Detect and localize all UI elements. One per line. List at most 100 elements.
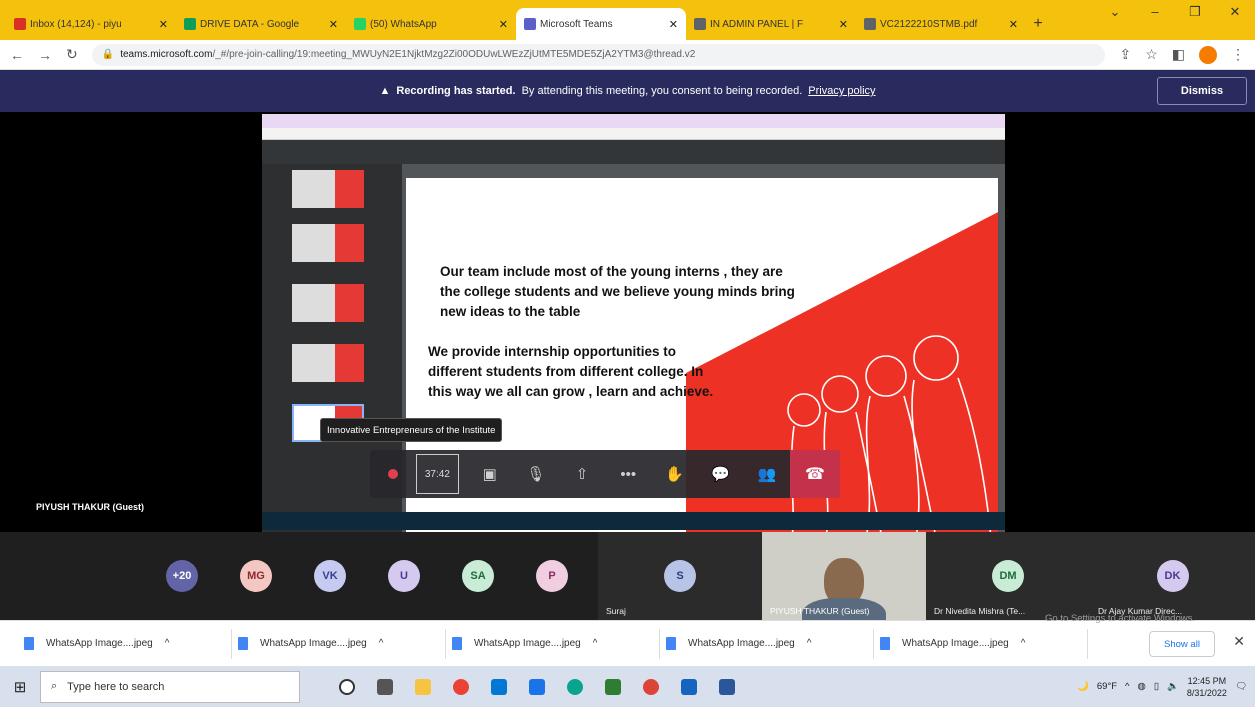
more-participants-badge: +20 bbox=[166, 560, 198, 592]
meeting-timer: 37:42 bbox=[416, 454, 459, 494]
dismiss-button[interactable]: Dismiss bbox=[1157, 77, 1247, 105]
show-all-button[interactable]: Show all bbox=[1149, 631, 1215, 657]
windows-start-icon[interactable]: ⊞ bbox=[0, 678, 40, 696]
edge-icon[interactable] bbox=[558, 670, 592, 704]
tab-label: Inbox (14,124) - piyu bbox=[30, 18, 122, 30]
pdf-toolbar bbox=[262, 140, 1005, 164]
url-field[interactable]: 🔒 teams.microsoft.com/_#/pre-join-callin… bbox=[91, 43, 1106, 66]
download-item[interactable]: WhatsApp Image....jpeg ^ bbox=[232, 628, 446, 659]
thumbnail-tooltip: Innovative Entrepreneurs of the Institut… bbox=[320, 418, 503, 442]
banner-text: By attending this meeting, you consent t… bbox=[521, 85, 803, 97]
tray-chevron-icon[interactable]: ^ bbox=[1125, 681, 1129, 692]
maximize-button[interactable]: ❐ bbox=[1175, 4, 1215, 20]
close-downloads-icon[interactable]: ✕ bbox=[1233, 633, 1245, 650]
chrome-icon[interactable] bbox=[444, 670, 478, 704]
tab-label: VC2122210STMB.pdf bbox=[880, 18, 978, 30]
raise-hand-icon[interactable]: ✋ bbox=[651, 450, 697, 498]
menu-kebab-icon[interactable]: ⋮ bbox=[1231, 46, 1245, 63]
recording-banner: ▲ Recording has started. By attending th… bbox=[0, 70, 1255, 112]
download-options-icon[interactable]: ^ bbox=[1021, 638, 1026, 649]
more-actions-icon[interactable]: ••• bbox=[605, 450, 651, 498]
mail-icon[interactable] bbox=[520, 670, 554, 704]
word-icon[interactable] bbox=[710, 670, 744, 704]
tab-close-icon[interactable]: ✕ bbox=[329, 18, 338, 31]
participants-icon[interactable]: 👥 bbox=[744, 450, 790, 498]
file-explorer-icon[interactable] bbox=[406, 670, 440, 704]
tab-search-icon[interactable]: ⌄ bbox=[1095, 4, 1135, 20]
participant-tile[interactable]: SA bbox=[448, 532, 508, 620]
tab-close-icon[interactable]: ✕ bbox=[1009, 18, 1018, 31]
participant-tile[interactable]: U bbox=[374, 532, 434, 620]
browser-tab[interactable]: DRIVE DATA - Google ✕ bbox=[176, 8, 346, 40]
system-tray: 🌙 69°F ^ ◍ ▯ 🔈 12:45 PM 8/31/2022 🗨 bbox=[1077, 666, 1247, 707]
browser-tab[interactable]: (50) WhatsApp ✕ bbox=[346, 8, 516, 40]
browser-tab[interactable]: VC2122210STMB.pdf ✕ bbox=[856, 8, 1026, 40]
window-toggle-icon[interactable]: ◧ bbox=[1172, 46, 1185, 63]
back-icon[interactable]: ← bbox=[10, 47, 24, 63]
battery-icon[interactable]: ▯ bbox=[1154, 681, 1159, 692]
tab-close-icon[interactable]: ✕ bbox=[839, 18, 848, 31]
volume-icon[interactable]: 🔈 bbox=[1167, 681, 1179, 692]
browser-tab[interactable]: Microsoft Teams ✕ bbox=[516, 8, 686, 40]
pdf-thumbnail bbox=[292, 344, 364, 382]
participant-avatar: P bbox=[536, 560, 568, 592]
profile-avatar[interactable] bbox=[1199, 45, 1217, 64]
browser-tab-strip: Inbox (14,124) - piyu ✕ DRIVE DATA - Googl… bbox=[0, 0, 1255, 40]
participant-tile[interactable]: VK bbox=[300, 532, 360, 620]
participant-tile-s[interactable]: S Suraj bbox=[598, 532, 762, 620]
share-screen-icon[interactable]: ⇧ bbox=[559, 450, 605, 498]
tab-favicon-icon bbox=[694, 18, 706, 30]
download-options-icon[interactable]: ^ bbox=[593, 638, 598, 649]
notification-icon[interactable]: 🗨 bbox=[1235, 681, 1247, 692]
hang-up-button[interactable]: ☎ bbox=[789, 450, 840, 498]
tab-close-icon[interactable]: ✕ bbox=[669, 18, 678, 31]
reload-icon[interactable]: ↻ bbox=[66, 46, 78, 63]
microphone-icon[interactable]: 🎙 bbox=[513, 450, 559, 498]
image-file-icon bbox=[452, 637, 462, 650]
photos-icon[interactable] bbox=[596, 670, 630, 704]
lock-icon: 🔒 bbox=[101, 49, 115, 60]
forward-icon[interactable]: → bbox=[38, 47, 52, 63]
download-item[interactable]: WhatsApp Image....jpeg ^ bbox=[874, 628, 1088, 659]
browser-tab[interactable]: IN ADMIN PANEL | F ✕ bbox=[686, 8, 856, 40]
participant-tile[interactable]: +20 bbox=[152, 532, 212, 620]
store-icon[interactable] bbox=[482, 670, 516, 704]
browser-tab[interactable]: Inbox (14,124) - piyu ✕ bbox=[6, 8, 176, 40]
taskbar-search-box[interactable]: ⌕ Type here to search bbox=[40, 670, 300, 703]
download-options-icon[interactable]: ^ bbox=[807, 638, 812, 649]
photos-alt-icon[interactable] bbox=[672, 670, 706, 704]
download-item[interactable]: WhatsApp Image....jpeg ^ bbox=[446, 628, 660, 659]
participant-avatar: VK bbox=[314, 560, 346, 592]
participant-tile[interactable]: P bbox=[522, 532, 582, 620]
minimize-button[interactable]: – bbox=[1135, 4, 1175, 20]
shared-address-bar bbox=[262, 128, 1005, 140]
network-icon[interactable]: ◍ bbox=[1138, 681, 1146, 692]
banner-bold: Recording has started. bbox=[396, 85, 516, 97]
bookmark-star-icon[interactable]: ☆ bbox=[1145, 46, 1158, 63]
participant-video-tile[interactable]: PIYUSH THAKUR (Guest) bbox=[762, 532, 926, 620]
privacy-policy-link[interactable]: Privacy policy bbox=[808, 85, 875, 97]
chat-icon[interactable]: 💬 bbox=[698, 450, 744, 498]
taskbar-clock[interactable]: 12:45 PM 8/31/2022 bbox=[1187, 675, 1227, 699]
new-tab-button[interactable]: + bbox=[1026, 8, 1050, 40]
participant-tile-dk[interactable]: DK Dr Ajay Kumar Direc... bbox=[1090, 532, 1255, 620]
chrome-active-icon[interactable] bbox=[634, 670, 668, 704]
shared-tab-strip bbox=[262, 114, 1005, 128]
window-controls: ⌄ – ❐ ✕ bbox=[1095, 4, 1255, 20]
search-icon: ⌕ bbox=[51, 680, 58, 692]
download-item[interactable]: WhatsApp Image....jpeg ^ bbox=[18, 628, 232, 659]
close-window-button[interactable]: ✕ bbox=[1215, 4, 1255, 20]
share-icon[interactable]: ⇪ bbox=[1119, 46, 1131, 63]
download-options-icon[interactable]: ^ bbox=[165, 638, 170, 649]
camera-off-icon[interactable]: ▣ bbox=[467, 450, 513, 498]
download-options-icon[interactable]: ^ bbox=[379, 638, 384, 649]
task-view-icon[interactable] bbox=[330, 670, 364, 704]
participant-tile[interactable]: MG bbox=[226, 532, 286, 620]
download-item[interactable]: WhatsApp Image....jpeg ^ bbox=[660, 628, 874, 659]
participant-tile-dm[interactable]: DM Dr Nivedita Mishra (Te... bbox=[926, 532, 1090, 620]
widgets-icon[interactable] bbox=[368, 670, 402, 704]
tab-close-icon[interactable]: ✕ bbox=[499, 18, 508, 31]
download-filename: WhatsApp Image....jpeg bbox=[902, 638, 1009, 649]
tab-close-icon[interactable]: ✕ bbox=[159, 18, 168, 31]
participant-name: Dr Nivedita Mishra (Te... bbox=[934, 606, 1026, 616]
